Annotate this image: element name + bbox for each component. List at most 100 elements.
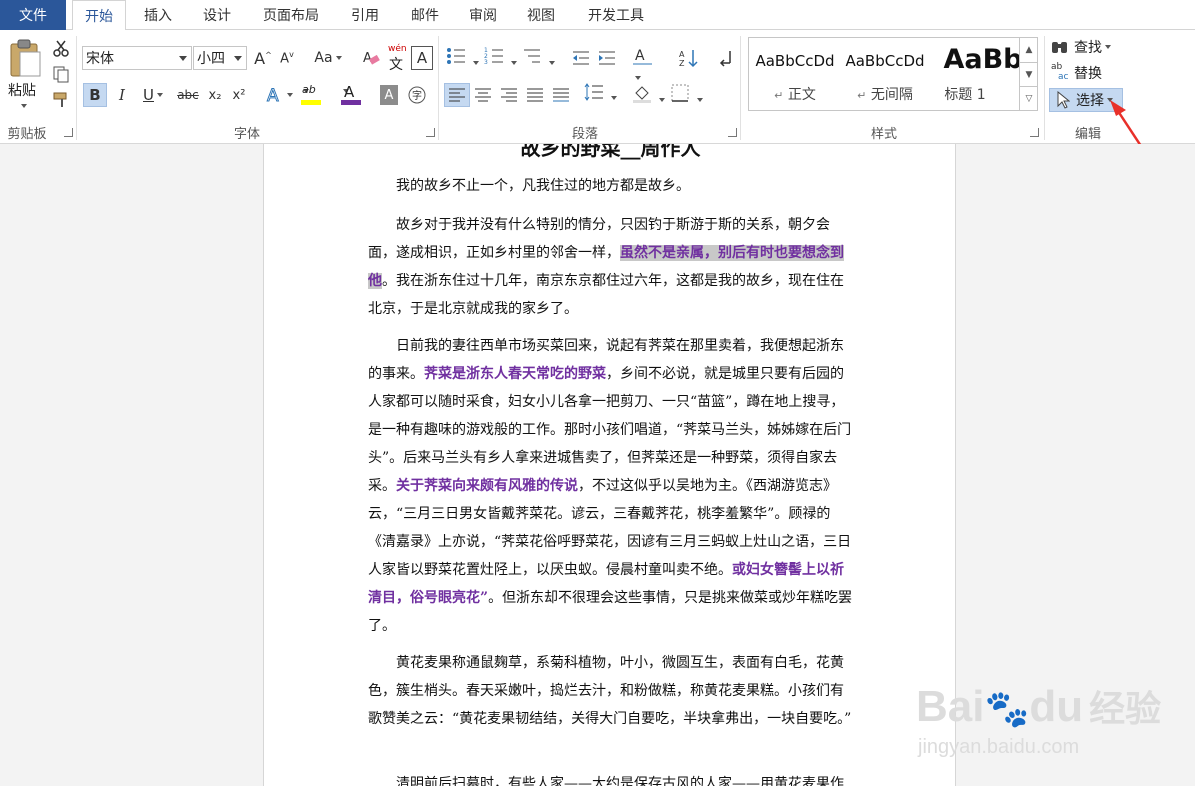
justify-button[interactable] xyxy=(524,83,546,107)
strikethrough-button[interactable]: abc xyxy=(174,83,202,107)
replace-button[interactable]: ab ac 替换 xyxy=(1050,62,1126,84)
align-left-button[interactable] xyxy=(444,83,470,107)
superscript-label: x² xyxy=(232,87,246,103)
character-shading-button[interactable]: A xyxy=(380,85,398,105)
tab-mailings[interactable]: 邮件 xyxy=(398,0,452,30)
clipboard-icon xyxy=(10,39,41,77)
grow-font-button[interactable]: A^ xyxy=(252,46,274,70)
find-button[interactable]: 查找 xyxy=(1050,36,1126,58)
clear-format-button[interactable]: A xyxy=(360,46,382,70)
paragraph-group-label: 段落 xyxy=(571,127,598,142)
phonetic-pinyin: wén xyxy=(388,44,407,54)
tab-home[interactable]: 开始 xyxy=(72,0,126,31)
paragraph-launcher-icon[interactable] xyxy=(728,128,737,137)
change-case-button[interactable]: Aa xyxy=(310,46,346,70)
underline-button[interactable]: U xyxy=(137,83,169,107)
tab-references[interactable]: 引用 xyxy=(338,0,392,30)
style-no-spacing[interactable]: AaBbCcDd ↵ 无间隔 xyxy=(841,38,929,110)
shrink-font-icon: Av xyxy=(280,49,294,67)
numbering-button[interactable]: 123 xyxy=(484,46,518,70)
highlighter-icon: ab xyxy=(302,83,316,96)
format-painter-button[interactable] xyxy=(50,90,72,110)
line-spacing-button[interactable] xyxy=(584,83,618,107)
copy-button[interactable] xyxy=(50,64,72,84)
pilcrow-icon xyxy=(719,51,731,67)
change-case-label: Aa xyxy=(314,50,333,66)
text-effects-button[interactable]: A xyxy=(262,83,296,107)
replace-label: 替换 xyxy=(1074,66,1102,82)
style-name: 正文 xyxy=(787,87,816,103)
align-left-icon xyxy=(449,88,465,102)
group-separator xyxy=(76,36,77,140)
style-name: 无间隔 xyxy=(870,87,913,103)
shrink-font-button[interactable]: Av xyxy=(276,46,298,70)
tab-layout[interactable]: 页面布局 xyxy=(250,0,332,30)
body-text: 清明前后扫墓时，有些人家——大约是保存古风的人家——用黄花麦果作 xyxy=(396,776,844,786)
paste-label: 粘贴 xyxy=(8,83,36,99)
shading-button[interactable] xyxy=(632,83,666,107)
tab-developer[interactable]: 开发工具 xyxy=(574,0,658,30)
highlight-color-button[interactable]: ab xyxy=(300,83,334,107)
gallery-scroll-down-icon[interactable]: ▼ xyxy=(1019,62,1038,86)
character-border-button[interactable]: A xyxy=(411,46,433,70)
enclose-characters-button[interactable]: 字 xyxy=(406,84,428,106)
subscript-button[interactable]: x₂ xyxy=(204,83,226,107)
font-launcher-icon[interactable] xyxy=(426,128,435,137)
font-size-combo[interactable]: 小四 xyxy=(193,46,247,70)
style-name-row: ↵ 正文 xyxy=(751,84,839,104)
subscript-label: x₂ xyxy=(208,87,222,103)
paste-button[interactable]: 粘贴 xyxy=(4,36,46,108)
increase-indent-button[interactable] xyxy=(596,46,618,70)
svg-text:A: A xyxy=(267,86,279,105)
gallery-more-icon[interactable]: ▽ xyxy=(1019,86,1038,110)
superscript-button[interactable]: x² xyxy=(228,83,250,107)
font-name-combo[interactable]: 宋体 xyxy=(82,46,192,70)
sort-icon: AZ xyxy=(679,50,698,68)
multilevel-list-icon xyxy=(524,49,540,63)
align-center-button[interactable] xyxy=(472,83,494,107)
distributed-icon xyxy=(553,88,569,102)
find-label: 查找 xyxy=(1074,40,1102,56)
decrease-indent-button[interactable] xyxy=(570,46,592,70)
tab-review[interactable]: 审阅 xyxy=(456,0,510,30)
paste-dropdown-icon[interactable] xyxy=(18,98,27,113)
style-sample: AaBb xyxy=(943,44,1019,75)
italic-label: I xyxy=(119,86,125,104)
gallery-scroll-up-icon[interactable]: ▲ xyxy=(1019,38,1038,62)
styles-launcher-icon[interactable] xyxy=(1030,128,1039,137)
sort-button[interactable]: AZ xyxy=(678,46,700,70)
show-marks-button[interactable] xyxy=(714,46,736,70)
paragraph: 日前我的妻往西单市场买菜回来，说起有荠菜在那里卖着，我便想起浙东的事来。荠菜是浙… xyxy=(368,332,854,640)
strikethrough-label: abc xyxy=(177,88,199,102)
cut-button[interactable] xyxy=(50,38,72,58)
bullets-button[interactable] xyxy=(446,46,480,70)
phonetic-guide-button[interactable]: wén 文 xyxy=(386,44,407,73)
tab-file[interactable]: 文件 xyxy=(0,0,66,30)
align-center-icon xyxy=(475,88,491,102)
align-right-icon xyxy=(501,88,517,102)
character-scaling-button[interactable]: A xyxy=(632,46,666,70)
body-text: ，乡间不必说，就是城里只要有后园的人家都可以随时采食，妇女小儿各拿一把剪刀、一只… xyxy=(368,366,852,494)
tab-design[interactable]: 设计 xyxy=(190,0,244,30)
style-normal[interactable]: AaBbCcDd ↵ 正文 xyxy=(751,38,839,110)
tab-insert[interactable]: 插入 xyxy=(130,0,186,30)
highlighted-text: 荠菜是浙东人春天常吃的野菜 xyxy=(424,366,606,382)
style-heading-1[interactable]: AaBb 标题 1 xyxy=(929,38,1019,110)
line-spacing-icon xyxy=(584,83,603,101)
character-scaling-icon: A xyxy=(633,48,652,65)
paint-bucket-icon xyxy=(633,86,651,103)
bold-button[interactable]: B xyxy=(83,83,107,107)
italic-button[interactable]: I xyxy=(111,83,133,107)
multilevel-list-button[interactable] xyxy=(522,46,556,70)
paragraph-mark-icon: ↵ xyxy=(857,89,867,102)
enclose-characters-icon: 字 xyxy=(408,86,426,104)
align-right-button[interactable] xyxy=(498,83,520,107)
document-page[interactable]: 故乡的野菜__周作人 我的故乡不止一个，凡我住过的地方都是故乡。 故乡对于我并没… xyxy=(263,144,956,786)
clipboard-launcher-icon[interactable] xyxy=(64,128,73,137)
borders-button[interactable] xyxy=(670,83,704,107)
distributed-button[interactable] xyxy=(550,83,572,107)
chevron-down-icon xyxy=(179,56,187,61)
tab-view[interactable]: 视图 xyxy=(514,0,568,30)
font-color-button[interactable]: A xyxy=(340,83,374,107)
font-group-label: 字体 xyxy=(233,127,260,142)
